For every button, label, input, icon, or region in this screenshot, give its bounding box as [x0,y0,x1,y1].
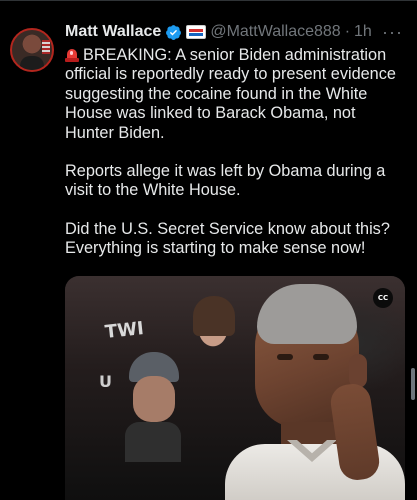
divider [0,0,417,1]
main-subject [225,276,405,500]
affiliate-badge-icon[interactable] [186,25,207,39]
paragraph-3: Did the U.S. Secret Service know about t… [65,219,390,258]
avatar-figure [20,56,44,70]
paragraph-1-text: BREAKING: A senior Biden administration … [65,46,396,142]
paragraph-2: Reports allege it was left by Obama duri… [65,162,386,200]
tweet-video[interactable]: TWI U CC [65,276,405,500]
tweet-header: Matt Wallace @MattWallace888 · 1h [65,22,372,42]
verified-badge-icon [166,24,182,40]
avatar-flag [42,40,50,54]
tweet-screen: Matt Wallace @MattWallace888 · 1h ··· BR… [0,0,417,500]
tweet-text: BREAKING: A senior Biden administration … [65,46,407,278]
paragraph-1: BREAKING: A senior Biden administration … [65,46,407,143]
scrollbar[interactable] [411,368,415,400]
captions-icon[interactable]: CC [373,288,393,308]
avatar[interactable] [10,28,54,72]
crowd-sign-text: TWI [104,318,145,343]
siren-icon [65,47,79,62]
timestamp[interactable]: 1h [354,23,372,41]
crowd-sign-text: U [99,372,112,391]
author-handle[interactable]: @MattWallace888 [210,23,340,41]
separator-dot: · [344,23,351,40]
crowd-person [125,344,181,462]
more-icon[interactable]: ··· [382,22,403,43]
author-name[interactable]: Matt Wallace [65,23,161,41]
